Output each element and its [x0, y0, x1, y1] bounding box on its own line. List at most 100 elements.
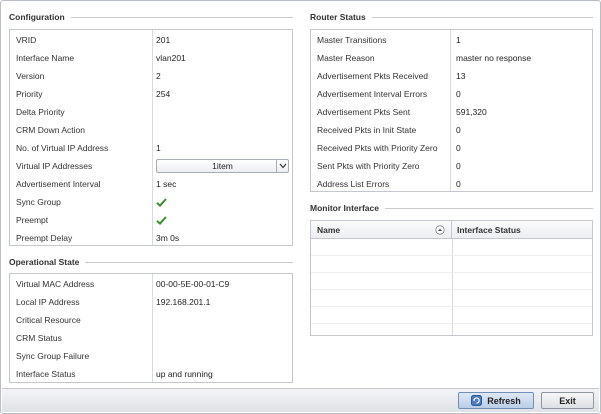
config-value: 201: [156, 35, 171, 45]
op-row-critical-resource: Critical Resource: [10, 311, 292, 329]
config-label: Version: [16, 71, 45, 81]
monitor-interface-header: Monitor Interface: [310, 203, 593, 213]
divider: [371, 16, 593, 18]
virtual-ip-addresses-dropdown[interactable]: 1item: [156, 159, 289, 173]
config-row-num-virtual-ip: No. of Virtual IP Address 1: [10, 139, 292, 157]
rs-value: 0: [456, 179, 461, 189]
router-status-box: Master Transitions 1 Master Reason maste…: [310, 29, 593, 192]
op-value: up and running: [156, 369, 213, 379]
configuration-header: Configuration: [9, 12, 293, 22]
rs-value: 0: [456, 125, 461, 135]
table-row: [311, 273, 592, 290]
config-value: vlan201: [156, 53, 186, 63]
refresh-label: Refresh: [487, 395, 521, 406]
config-row-delta-priority: Delta Priority: [10, 103, 292, 121]
refresh-button[interactable]: Refresh: [458, 392, 534, 409]
exit-button[interactable]: Exit: [541, 392, 594, 409]
column-header-interface-status[interactable]: Interface Status: [452, 221, 592, 239]
configuration-title: Configuration: [9, 12, 65, 22]
op-label: Interface Status: [16, 369, 76, 379]
config-row-crm-down-action: CRM Down Action: [10, 121, 292, 139]
rs-value: 0: [456, 161, 461, 171]
config-value: 3m 0s: [156, 233, 180, 243]
config-label: Preempt: [16, 215, 49, 225]
op-label: Virtual MAC Address: [16, 279, 95, 289]
config-label: Virtual IP Addresses: [16, 161, 93, 171]
rs-label: Received Pkts in Init State: [317, 125, 417, 135]
config-row-sync-group: Sync Group: [10, 193, 292, 211]
monitor-interface-title: Monitor Interface: [310, 203, 379, 213]
config-label: Sync Group: [16, 197, 61, 207]
column-header-name[interactable]: Name: [311, 221, 452, 239]
rs-label: Advertisement Interval Errors: [317, 89, 428, 99]
config-row-interface-name: Interface Name vlan201: [10, 49, 292, 67]
table-row: [311, 256, 592, 273]
config-value: 254: [156, 89, 171, 99]
rs-value: 1: [456, 35, 461, 45]
rs-label: Master Reason: [317, 53, 375, 63]
vrrp-details-panel: Configuration VRID 201 Interface Name vl…: [0, 0, 601, 414]
rs-value: master no response: [456, 53, 532, 63]
op-label: CRM Status: [16, 333, 62, 343]
config-row-version: Version 2: [10, 67, 292, 85]
rs-value: 13: [456, 71, 466, 81]
table-row: [311, 239, 592, 256]
config-value: 2: [156, 71, 161, 81]
config-label: Priority: [16, 89, 43, 99]
config-label: Preempt Delay: [16, 233, 73, 243]
config-label: Delta Priority: [16, 107, 65, 117]
sort-ascending-icon[interactable]: [435, 225, 445, 237]
config-row-vrid: VRID 201: [10, 31, 292, 49]
rs-label: Received Pkts with Priority Zero: [317, 143, 438, 153]
op-row-local-ip: Local IP Address 192.168.201.1: [10, 293, 292, 311]
rs-label: Master Transitions: [317, 35, 387, 45]
rs-row-adv-pkts-received: Advertisement Pkts Received 13: [311, 67, 592, 85]
operational-state-box: Virtual MAC Address 00-00-5E-00-01-C9 Lo…: [9, 273, 293, 383]
op-label: Critical Resource: [16, 315, 81, 325]
refresh-icon: [471, 395, 483, 406]
divider: [85, 261, 293, 263]
op-row-crm-status: CRM Status: [10, 329, 292, 347]
rs-row-received-init-state: Received Pkts in Init State 0: [311, 121, 592, 139]
rs-row-received-priority-zero: Received Pkts with Priority Zero 0: [311, 139, 592, 157]
config-row-virtual-ip-addresses: Virtual IP Addresses 1item: [10, 157, 292, 175]
dropdown-value: 1item: [212, 161, 233, 171]
op-row-virtual-mac: Virtual MAC Address 00-00-5E-00-01-C9: [10, 275, 292, 293]
rs-label: Address List Errors: [317, 179, 390, 189]
footer-bar: Refresh Exit: [2, 388, 599, 412]
rs-row-adv-pkts-sent: Advertisement Pkts Sent 591,320: [311, 103, 592, 121]
rs-row-sent-priority-zero: Sent Pkts with Priority Zero 0: [311, 157, 592, 175]
rs-value: 0: [456, 143, 461, 153]
operational-state-title: Operational State: [9, 257, 80, 267]
op-label: Sync Group Failure: [16, 351, 90, 361]
rs-row-address-list-errors: Address List Errors 0: [311, 175, 592, 193]
divider: [70, 16, 293, 18]
op-row-sync-group-failure: Sync Group Failure: [10, 347, 292, 365]
rs-value: 591,320: [456, 107, 487, 117]
exit-label: Exit: [559, 395, 576, 406]
config-value: 1 sec: [156, 179, 177, 189]
table-header: Name Interface Status: [311, 221, 592, 239]
config-label: CRM Down Action: [16, 125, 85, 135]
checkmark-icon: [156, 215, 167, 225]
column-label: Name: [317, 225, 341, 235]
op-value: 192.168.201.1: [156, 297, 211, 307]
column-label: Interface Status: [457, 225, 521, 235]
checkmark-icon: [156, 197, 167, 207]
rs-row-master-reason: Master Reason master no response: [311, 49, 592, 67]
config-row-advertisement-interval: Advertisement Interval 1 sec: [10, 175, 292, 193]
router-status-title: Router Status: [310, 12, 366, 22]
config-label: No. of Virtual IP Address: [16, 143, 109, 153]
op-label: Local IP Address: [16, 297, 80, 307]
monitor-interface-table: Name Interface Status: [310, 220, 593, 336]
configuration-box: VRID 201 Interface Name vlan201 Version …: [9, 29, 293, 246]
config-value: 1: [156, 143, 161, 153]
op-row-interface-status: Interface Status up and running: [10, 365, 292, 383]
config-label: VRID: [16, 35, 37, 45]
config-label: Interface Name: [16, 53, 75, 63]
config-row-priority: Priority 254: [10, 85, 292, 103]
operational-state-header: Operational State: [9, 257, 293, 267]
router-status-header: Router Status: [310, 12, 593, 22]
chevron-down-icon[interactable]: [276, 160, 288, 172]
table-row: [311, 290, 592, 307]
